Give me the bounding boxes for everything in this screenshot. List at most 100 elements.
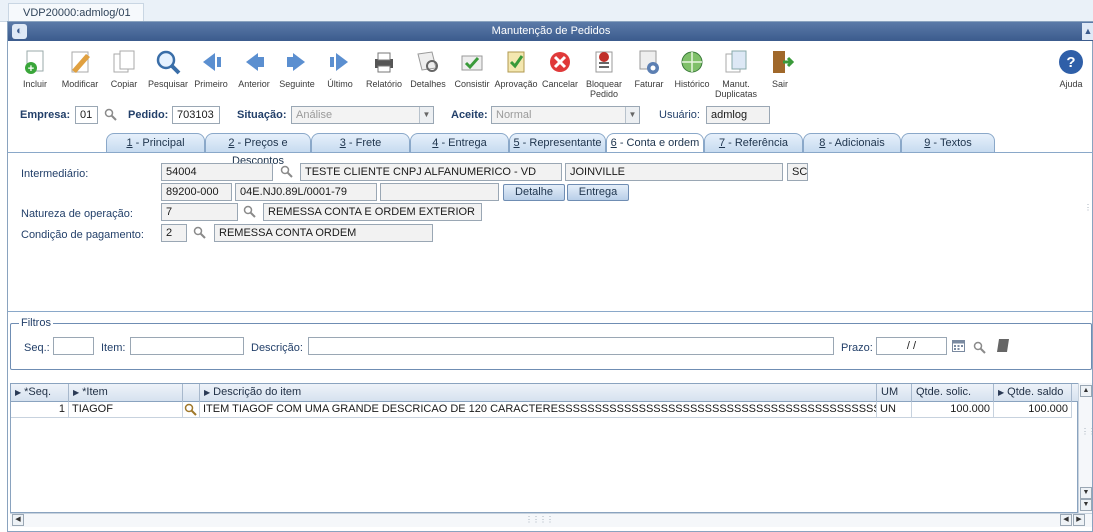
intermediario-label: Intermediário: (21, 168, 89, 180)
incluir-button[interactable]: + Incluir (12, 48, 58, 89)
detalhes-button[interactable]: Detalhes (405, 48, 451, 89)
edit-pencil-icon (71, 51, 90, 73)
hscroll-grip-icon[interactable]: ⋮⋮⋮⋮ (525, 515, 554, 524)
calendar-icon[interactable] (952, 339, 965, 352)
tab-1[interactable]: 1 - Principal (106, 133, 205, 153)
sort-arrow-icon: ▶ (998, 388, 1005, 397)
column-header-qtde-saldo[interactable]: ▶ Qtde. saldo (994, 384, 1072, 402)
seq-filter-input[interactable] (53, 337, 94, 355)
help-button[interactable]: ? Ajuda (1048, 48, 1093, 89)
modificar-button[interactable]: Modificar (57, 48, 103, 89)
consistir-button[interactable]: Consistir (449, 48, 495, 89)
item-zoom-icon[interactable] (184, 403, 197, 416)
horizontal-scrollbar[interactable]: ◀ ⋮⋮⋮⋮ ◀ ▶ (10, 513, 1092, 527)
tab-9[interactable]: 9 - Textos (901, 133, 995, 153)
condicao-desc-field: REMESSA CONTA ORDEM (214, 224, 433, 242)
situacao-select[interactable]: Análise ▼ (291, 106, 434, 124)
app-logo-icon: ◐ (12, 24, 27, 39)
cell-seq[interactable]: 1 (11, 402, 69, 418)
bloquear-pedido-button[interactable]: Bloquear Pedido (581, 48, 627, 99)
tab-3[interactable]: 3 - Frete (311, 133, 410, 153)
window-titlebar: ◐ Manutenção de Pedidos ▲ (8, 22, 1093, 41)
relat-rio-button[interactable]: Relatório (361, 48, 407, 89)
tab-2[interactable]: 2 - Preços e Descontos (205, 133, 311, 167)
toolbar-label: Faturar (634, 79, 664, 89)
titlebar-scroll-up-icon[interactable]: ▲ (1082, 23, 1093, 40)
toolbar-label: Último (327, 79, 353, 89)
column-header-qtde-solic[interactable]: Qtde. solic. (912, 384, 994, 402)
next-arrow-icon (287, 53, 305, 71)
column-header-descricao[interactable]: ▶ Descrição do item (200, 384, 877, 402)
column-header-seq[interactable]: ▶ *Seq. (11, 384, 69, 402)
search-icon (156, 50, 181, 75)
manut-duplicatas-button[interactable]: Manut. Duplicatas (713, 48, 759, 99)
cell-qtde-solic[interactable]: 100.000 (912, 402, 994, 418)
cell-zoom[interactable] (183, 402, 200, 418)
anterior-button[interactable]: Anterior (231, 48, 277, 89)
scroll-grip-icon[interactable]: ⋮⋮ (1081, 427, 1093, 436)
aprova-o-button[interactable]: Aprovação (493, 48, 539, 89)
clear-filter-icon[interactable] (996, 338, 1010, 353)
tab-5[interactable]: 5 - Representante (509, 133, 606, 153)
prazo-filter-input[interactable]: / / (876, 337, 947, 355)
pedido-field[interactable]: 703103 (172, 106, 220, 124)
natureza-desc-field: REMESSA CONTA E ORDEM EXTERIOR (263, 203, 482, 221)
primeiro-button[interactable]: Primeiro (188, 48, 234, 89)
scroll-right-icon[interactable]: ▶ (1073, 514, 1085, 526)
entrega-button[interactable]: Entrega (567, 184, 629, 201)
tab-7[interactable]: 7 - Referência (704, 133, 803, 153)
natureza-zoom-icon[interactable] (243, 205, 256, 218)
toolbar-label: Bloquear Pedido (585, 79, 623, 99)
cell-qtde-saldo[interactable]: 100.000 (994, 402, 1072, 418)
condicao-zoom-icon[interactable] (193, 226, 206, 239)
empresa-field[interactable]: 01 (75, 106, 98, 124)
toolbar-label: Anterior (238, 79, 270, 89)
grid-vertical-scrollbar[interactable]: ▲ ⋮⋮ ▼ ▼ (1078, 383, 1093, 513)
column-header-um[interactable]: UM (877, 384, 912, 402)
descricao-filter-label: Descrição: (251, 342, 303, 354)
cell-um[interactable]: UN (877, 402, 912, 418)
scroll-left-icon[interactable]: ◀ (12, 514, 24, 526)
aceite-value: Normal (496, 109, 532, 121)
document-tab[interactable]: VDP20000:admlog/01 (8, 3, 144, 22)
filter-search-icon[interactable] (973, 341, 986, 354)
faturar-button[interactable]: Faturar (626, 48, 672, 89)
toolbar-label: Primeiro (194, 79, 228, 89)
cell-descricao[interactable]: ITEM TIAGOF COM UMA GRANDE DESCRICAO DE … (200, 402, 877, 418)
scroll-bottom-icon[interactable]: ▼ (1080, 499, 1092, 511)
tab-8[interactable]: 8 - Adicionais (803, 133, 901, 153)
intermediario-zoom-icon[interactable] (280, 165, 293, 178)
natureza-code-field[interactable]: 7 (161, 203, 238, 221)
tab-6[interactable]: 6 - Conta e ordem (606, 133, 704, 153)
tab-4[interactable]: 4 - Entrega (410, 133, 509, 153)
sair-button[interactable]: Sair (757, 48, 803, 89)
seguinte-button[interactable]: Seguinte (274, 48, 320, 89)
chevron-down-icon: ▼ (419, 107, 433, 123)
condicao-code-field[interactable]: 2 (161, 224, 187, 242)
cancelar-button[interactable]: Cancelar (537, 48, 583, 89)
previous-arrow-icon (246, 53, 264, 71)
scroll-up-icon[interactable]: ▲ (1080, 385, 1092, 397)
hist-rico-button[interactable]: Histórico (669, 48, 715, 89)
state-field: SC (787, 163, 808, 181)
item-filter-input[interactable] (130, 337, 244, 355)
column-header-item[interactable]: ▶ *Item (69, 384, 183, 402)
intermediario-code-field[interactable]: 54004 (161, 163, 273, 181)
pesquisar-button[interactable]: Pesquisar (145, 48, 191, 89)
descricao-filter-input[interactable] (308, 337, 834, 355)
scroll-left-end-icon[interactable]: ◀ (1060, 514, 1072, 526)
-ltimo-button[interactable]: Último (317, 48, 363, 89)
city-field: JOINVILLE (565, 163, 783, 181)
tab-label: - Adicionais (825, 137, 885, 149)
toolbar-label: Copiar (110, 79, 138, 89)
detalhe-button[interactable]: Detalhe (503, 184, 565, 201)
scroll-down-icon[interactable]: ▼ (1080, 487, 1092, 499)
intermediario-name-field: TESTE CLIENTE CNPJ ALFANUMERICO - VD (300, 163, 562, 181)
grid-header: ▶ *Seq. ▶ *Item ▶ Descrição do item UM Qtde… (11, 384, 1079, 402)
resize-grip-icon[interactable]: ⋮⋮ (1084, 203, 1093, 212)
cell-item[interactable]: TIAGOF (69, 402, 183, 418)
column-header-zoom (183, 384, 200, 402)
aceite-select[interactable]: Normal ▼ (491, 106, 640, 124)
copiar-button[interactable]: Copiar (101, 48, 147, 89)
empresa-zoom-icon[interactable] (104, 108, 117, 121)
